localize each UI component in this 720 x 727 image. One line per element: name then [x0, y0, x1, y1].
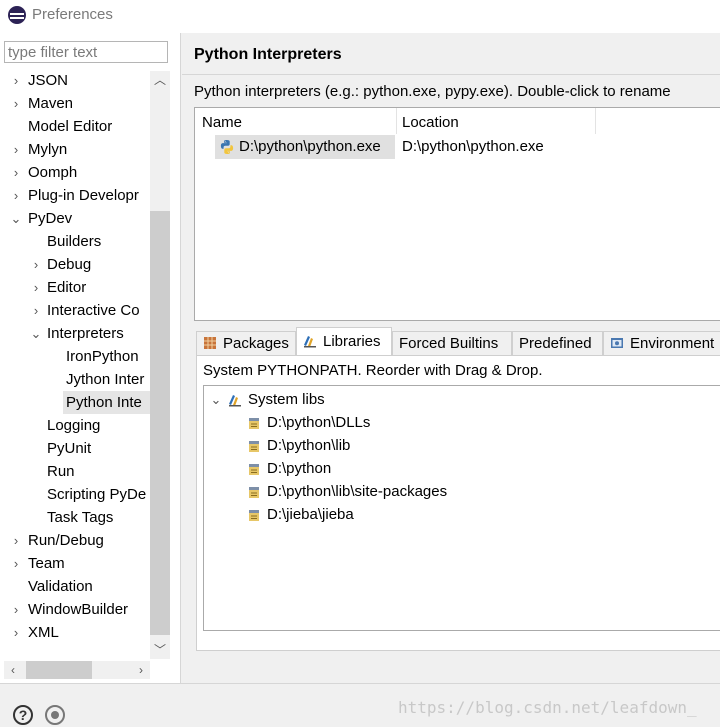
scroll-right-arrow-icon[interactable]: ›	[132, 661, 150, 679]
chevron-right-icon[interactable]: ›	[10, 529, 22, 552]
title-separator	[182, 74, 720, 75]
watermark: https://blog.csdn.net/leafdown_	[398, 698, 697, 717]
help-icon[interactable]: ?	[13, 705, 33, 725]
preferences-tree: › JSON › Maven Model Editor › Mylyn › Oomph …	[0, 69, 150, 695]
scrollbar-thumb[interactable]	[150, 211, 170, 635]
scroll-down-arrow-icon[interactable]: ﹀	[150, 641, 170, 659]
chevron-right-icon[interactable]: ›	[10, 69, 22, 92]
package-icon	[204, 337, 216, 349]
libraries-description: System PYTHONPATH. Reorder with Drag & D…	[203, 362, 543, 379]
list-item[interactable]: D:\python	[267, 458, 331, 480]
list-item[interactable]: D:\python\lib\site-packages	[267, 481, 447, 503]
chevron-down-icon[interactable]: ⌄	[10, 207, 22, 230]
jar-icon	[249, 487, 259, 498]
column-header-name[interactable]: Name	[202, 112, 242, 134]
interpreter-location-cell[interactable]: D:\python\python.exe	[402, 136, 544, 158]
record-macro-icon[interactable]	[45, 705, 65, 725]
chevron-right-icon[interactable]: ›	[30, 299, 42, 322]
column-divider[interactable]	[595, 108, 596, 134]
bottom-bar: ? https://blog.csdn.net/leafdown_	[0, 684, 720, 727]
preferences-nav: ›JSON ›Maven Model Editor ›Mylyn ›Oomph …	[0, 33, 180, 683]
page-description: Python interpreters (e.g.: python.exe, p…	[194, 83, 671, 100]
tab-libraries[interactable]: Libraries	[296, 327, 392, 356]
chevron-down-icon[interactable]: ⌄	[30, 322, 42, 345]
system-libs-node[interactable]: System libs	[248, 389, 325, 411]
jar-icon	[249, 464, 259, 475]
scroll-left-arrow-icon[interactable]: ‹	[4, 661, 22, 679]
chevron-right-icon[interactable]: ›	[10, 184, 22, 207]
chevron-right-icon[interactable]: ›	[10, 598, 22, 621]
tab-predefined[interactable]: Predefined	[512, 331, 603, 355]
scrollbar-thumb[interactable]	[26, 661, 92, 679]
list-item[interactable]: D:\python\DLLs	[267, 412, 370, 434]
chevron-right-icon[interactable]: ›	[10, 92, 22, 115]
list-item[interactable]: D:\python\lib	[267, 435, 350, 457]
environment-icon	[611, 338, 623, 348]
libraries-icon	[304, 336, 316, 348]
jar-icon	[249, 510, 259, 521]
chevron-right-icon[interactable]: ›	[10, 161, 22, 184]
chevron-right-icon[interactable]: ›	[10, 621, 22, 644]
tree-vertical-scrollbar[interactable]: ︿ ﹀	[150, 71, 170, 659]
interpreters-table[interactable]: Name Location D:\python\python.exe D:\py…	[194, 107, 720, 321]
filter-input[interactable]	[4, 41, 168, 63]
title-bar: Preferences	[0, 0, 720, 33]
column-divider[interactable]	[396, 108, 397, 134]
chevron-right-icon[interactable]: ›	[10, 552, 22, 575]
eclipse-icon	[8, 6, 26, 24]
interpreter-info-tabs: Packages Libraries Forced Builtins Prede…	[196, 327, 720, 356]
tab-packages[interactable]: Packages	[196, 331, 296, 355]
python-icon	[220, 140, 234, 154]
window-title: Preferences	[32, 6, 113, 23]
pane-divider[interactable]	[180, 33, 181, 683]
jar-icon	[249, 441, 259, 452]
libraries-icon	[229, 395, 241, 407]
scroll-up-arrow-icon[interactable]: ︿	[150, 71, 170, 89]
chevron-right-icon[interactable]: ›	[30, 253, 42, 276]
chevron-right-icon[interactable]: ›	[10, 138, 22, 161]
chevron-down-icon[interactable]: ⌄	[210, 389, 222, 411]
tab-forced-builtins[interactable]: Forced Builtins	[392, 331, 512, 355]
tree-item-python-interpreter[interactable]: Python Inte	[63, 391, 150, 414]
list-item[interactable]: D:\jieba\jieba	[267, 504, 354, 526]
chevron-right-icon[interactable]: ›	[30, 276, 42, 299]
tree-horizontal-scrollbar[interactable]: ‹ ›	[4, 661, 150, 679]
interpreter-name-cell[interactable]: D:\python\python.exe	[239, 136, 381, 158]
jar-icon	[249, 418, 259, 429]
column-header-location[interactable]: Location	[402, 112, 459, 134]
page-title: Python Interpreters	[194, 46, 342, 63]
tab-environment[interactable]: Environment	[603, 331, 720, 355]
